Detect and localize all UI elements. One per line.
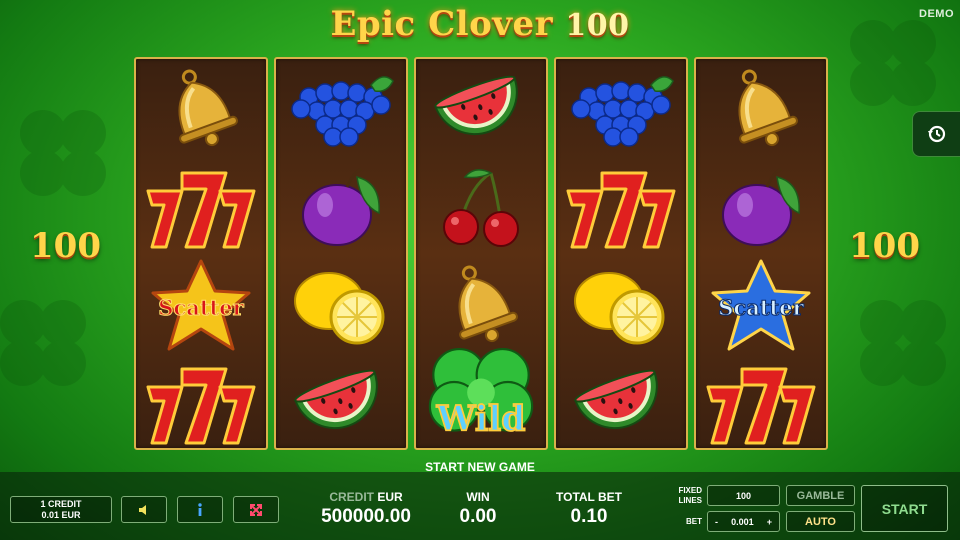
symbol-plum <box>276 159 406 255</box>
total-bet-value: 0.10 <box>570 506 608 527</box>
total-bet-display: TOTAL BET 0.10 <box>549 490 629 528</box>
info-icon <box>198 502 202 516</box>
game-title-main: Epic Clover <box>330 4 554 44</box>
win-label: WIN <box>466 490 490 504</box>
gamble-button[interactable]: GAMBLE <box>786 485 855 506</box>
symbol-cherries <box>416 159 546 255</box>
symbol-grapes <box>276 61 406 157</box>
game-title: Epic Clover 100 <box>0 4 960 44</box>
reel-2 <box>274 57 408 450</box>
symbol-seven <box>696 355 826 451</box>
credit-unit: EUR <box>377 490 403 504</box>
demo-badge: DEMO <box>919 8 954 20</box>
auto-button[interactable]: AUTO <box>786 511 855 532</box>
start-button[interactable]: START <box>861 485 948 532</box>
symbol-seven <box>136 355 266 451</box>
credit-denom-line2: 0.01 EUR <box>41 509 81 520</box>
denomination-button[interactable]: 1 CREDIT 0.01 EUR <box>10 496 112 523</box>
fullscreen-icon <box>250 503 262 516</box>
game-title-number: 100 <box>565 8 630 43</box>
win-display: WIN 0.00 <box>446 490 510 528</box>
lines-indicator-right: 100 <box>849 226 920 266</box>
symbol-watermelon <box>416 61 546 157</box>
bet-plus-button[interactable]: + <box>767 517 772 527</box>
symbol-seven <box>136 159 266 255</box>
symbol-scatter-blue: Scatter <box>696 257 826 353</box>
fixed-lines-label-2: LINES <box>678 496 702 505</box>
reel-5: Scatter <box>694 57 828 450</box>
history-button[interactable] <box>912 111 960 157</box>
bet-label: BET <box>686 517 702 526</box>
win-value: 0.00 <box>459 506 497 527</box>
reel-1: Scatter <box>134 57 268 450</box>
fixed-lines-label-1: FIXED <box>678 486 702 495</box>
lines-value-box: 100 <box>707 485 780 506</box>
bet-value: 0.001 <box>731 516 754 527</box>
scatter-label: Scatter <box>718 295 804 320</box>
symbol-watermelon <box>276 355 406 451</box>
fixed-lines-label: FIXED LINES <box>668 486 702 506</box>
symbol-watermelon <box>556 355 686 451</box>
credit-denom-line1: 1 CREDIT <box>40 498 82 509</box>
reel-4 <box>554 57 688 450</box>
credit-label: CREDIT <box>329 490 374 504</box>
total-bet-label: TOTAL BET <box>556 490 622 504</box>
lines-indicator-left: 100 <box>30 226 101 266</box>
symbol-lemon <box>276 257 406 353</box>
sound-button[interactable] <box>121 496 167 523</box>
symbol-plum <box>696 159 826 255</box>
symbol-seven <box>556 159 686 255</box>
history-icon <box>927 125 945 143</box>
bet-stepper[interactable]: - 0.001 + <box>707 511 780 532</box>
scatter-label: Scatter <box>158 295 244 320</box>
credit-display: CREDIT EUR 500000.00 <box>316 490 416 528</box>
info-button[interactable] <box>177 496 223 523</box>
symbol-lemon <box>556 257 686 353</box>
reel-3: Wild <box>414 57 548 450</box>
fullscreen-button[interactable] <box>233 496 279 523</box>
symbol-grapes <box>556 61 686 157</box>
symbol-wild: Wild <box>416 335 546 455</box>
bet-minus-button[interactable]: - <box>715 517 718 527</box>
wild-label: Wild <box>436 399 526 440</box>
symbol-bell <box>696 61 826 157</box>
speaker-icon <box>139 504 146 515</box>
credit-value: 500000.00 <box>321 506 411 527</box>
symbol-bell <box>136 61 266 157</box>
symbol-scatter-red: Scatter <box>136 257 266 353</box>
lines-value: 100 <box>735 490 752 501</box>
